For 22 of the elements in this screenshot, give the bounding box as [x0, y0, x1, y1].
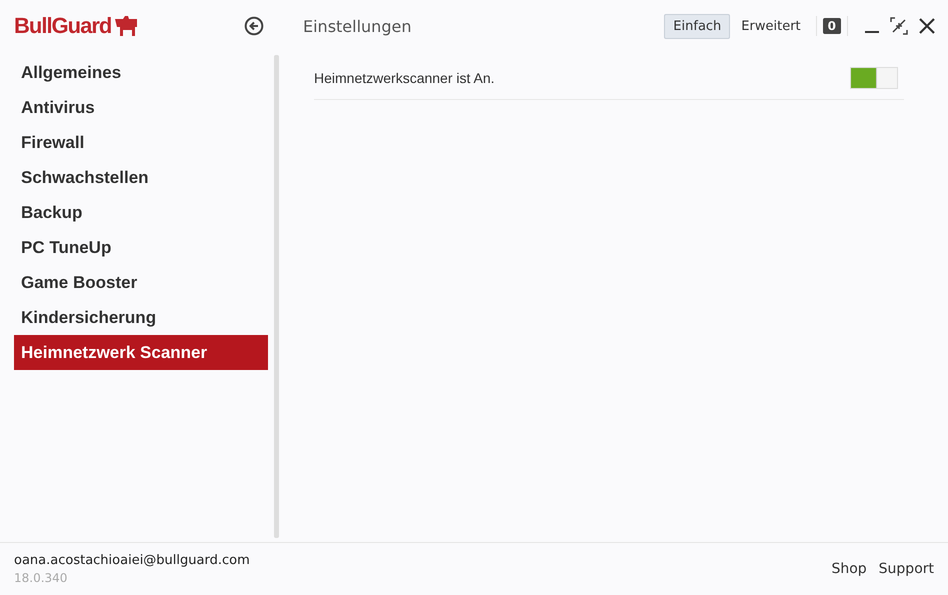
footer-link[interactable]: Shop — [831, 561, 867, 577]
sidebar-item[interactable]: Kindersicherung — [14, 300, 268, 335]
mode-tab[interactable]: Erweitert — [732, 14, 810, 38]
footer-link[interactable]: Support — [878, 561, 934, 577]
sidebar-item[interactable]: Firewall — [14, 125, 268, 160]
close-icon[interactable] — [918, 17, 936, 35]
sidebar-item[interactable]: Allgemeines — [14, 55, 268, 90]
logo-wordmark: BullGuard — [14, 13, 112, 39]
sidebar-item[interactable]: PC TuneUp — [14, 230, 268, 265]
page-title: Einstellungen — [303, 16, 412, 36]
mode-tab[interactable]: Einfach — [664, 14, 730, 38]
sidebar-item[interactable]: Backup — [14, 195, 268, 230]
setting-label: Heimnetzwerkscanner ist An. — [314, 70, 495, 86]
sidebar-item[interactable]: Schwachstellen — [14, 160, 268, 195]
account-email: oana.acostachioaiei@bullguard.com — [14, 553, 250, 568]
toggle-switch[interactable] — [850, 67, 898, 89]
sidebar-item[interactable]: Antivirus — [14, 90, 268, 125]
sidebar-item[interactable]: Heimnetzwerk Scanner — [14, 335, 268, 370]
sidebar-item[interactable]: Game Booster — [14, 265, 268, 300]
version-number: 18.0.340 — [14, 571, 68, 585]
shrink-icon[interactable] — [890, 17, 908, 35]
notification-badge[interactable]: 0 — [822, 18, 841, 34]
